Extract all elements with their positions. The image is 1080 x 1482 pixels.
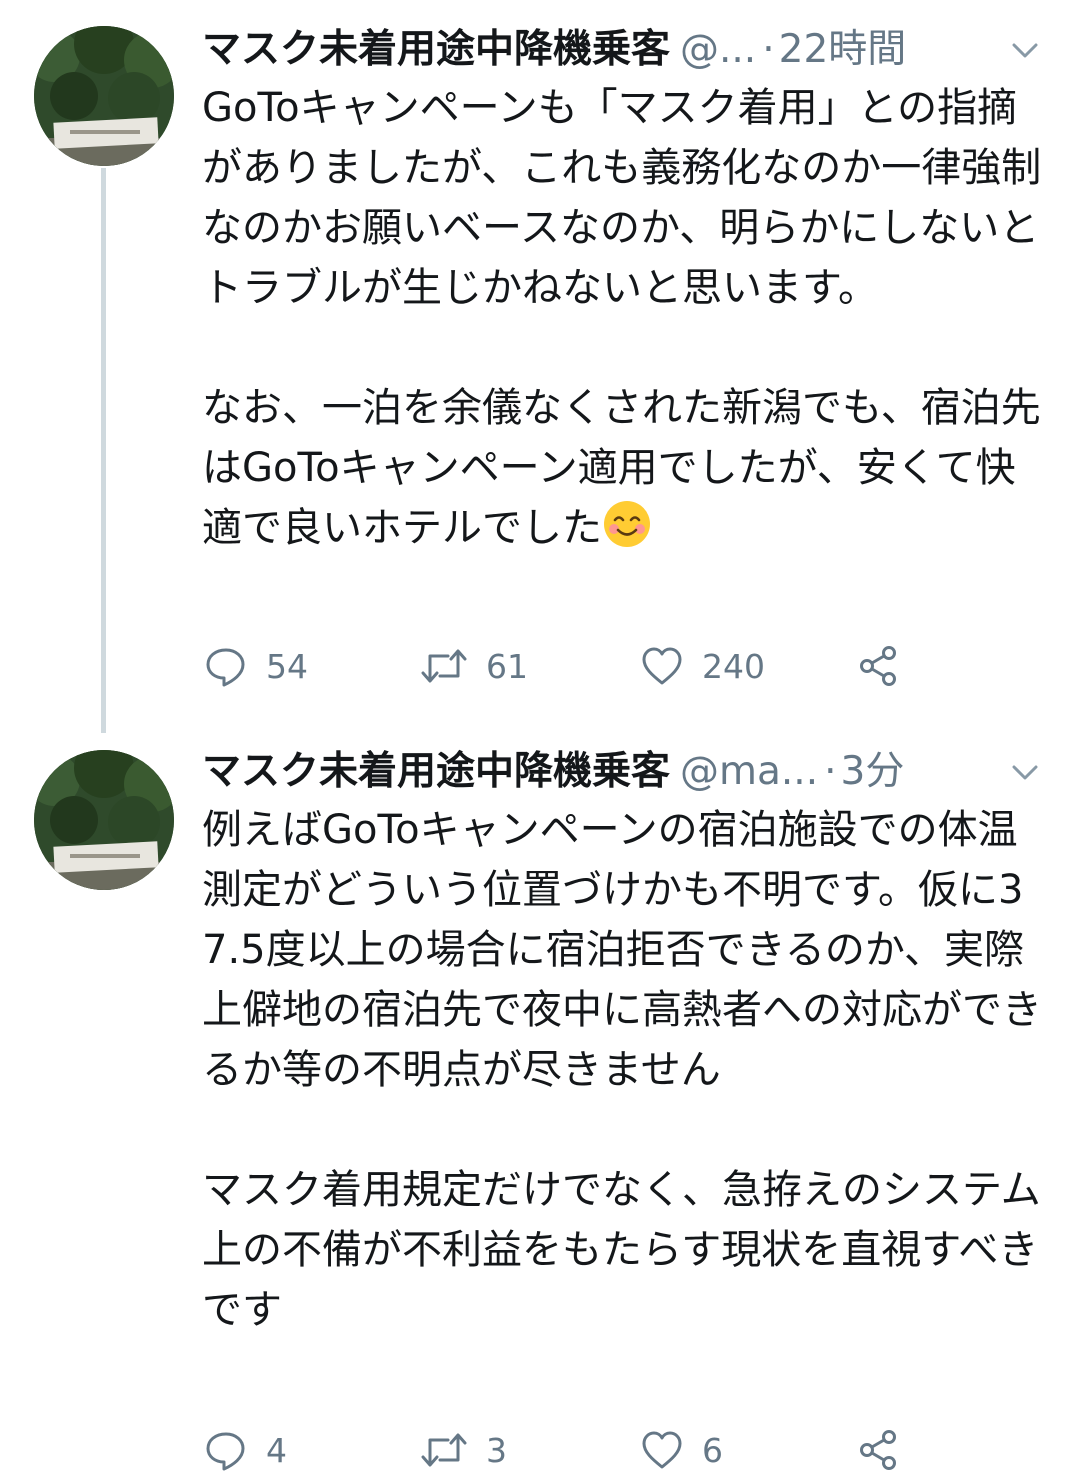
reply-button[interactable]: 54 [204, 636, 308, 696]
avatar[interactable] [34, 750, 174, 890]
share-button[interactable] [856, 1420, 900, 1480]
display-name[interactable]: マスク未着用途中降機乗客 [202, 27, 670, 72]
timestamp[interactable]: 22時間 [779, 27, 907, 72]
retweet-icon [421, 1433, 467, 1467]
like-button[interactable]: 240 [640, 636, 765, 696]
retweet-count: 3 [486, 1430, 507, 1470]
separator-dot: · [824, 749, 837, 794]
retweet-button[interactable]: 3 [420, 1420, 507, 1480]
separator-dot: · [762, 27, 775, 72]
tweet-text-content: GoToキャンペーンも「マスク着用」との指摘がありましたが、これも義務化なのか一… [202, 85, 1042, 551]
share-icon [860, 646, 896, 686]
reply-button[interactable]: 4 [204, 1420, 287, 1480]
reply-icon [206, 1432, 245, 1471]
tweet-header: マスク未着用途中降機乗客 @... · 22時間 [202, 20, 1052, 80]
smiling-face-emoji [604, 501, 650, 547]
timestamp[interactable]: 3分 [841, 749, 905, 794]
share-button[interactable] [856, 636, 900, 696]
reply-count: 4 [266, 1430, 287, 1470]
tweet[interactable]: マスク未着用途中降機乗客 @... · 22時間 GoToキャンペーンも「マスク着用」… [0, 0, 1080, 720]
tweet-text-content: 例えばGoToキャンペーンの宿泊施設での体温測定がどういう位置づけかも不明です。… [202, 807, 1042, 1333]
retweet-count: 61 [486, 646, 528, 686]
like-count: 6 [702, 1430, 723, 1470]
user-handle[interactable]: @... [680, 27, 756, 72]
retweet-button[interactable]: 61 [420, 636, 528, 696]
like-count: 240 [702, 646, 765, 686]
tweet[interactable]: マスク未着用途中降機乗客 @ma... · 3分 例えばGoToキャンペーンの宿泊施設… [0, 720, 1080, 1482]
avatar[interactable] [34, 26, 174, 166]
tweet-actions: 54 61 240 [202, 636, 922, 696]
tweet-header: マスク未着用途中降機乗客 @ma... · 3分 [202, 742, 1052, 802]
like-icon [642, 647, 682, 685]
reply-icon [206, 648, 245, 687]
chevron-down-icon[interactable] [1008, 34, 1042, 68]
display-name[interactable]: マスク未着用途中降機乗客 [202, 749, 670, 794]
tweet-text: GoToキャンペーンも「マスク着用」との指摘がありましたが、これも義務化なのか一… [202, 78, 1052, 558]
reply-count: 54 [266, 646, 308, 686]
share-icon [860, 1430, 896, 1470]
tweet-text: 例えばGoToキャンペーンの宿泊施設での体温測定がどういう位置づけかも不明です。… [202, 800, 1052, 1340]
retweet-icon [421, 649, 467, 683]
chevron-down-icon[interactable] [1008, 756, 1042, 790]
tweet-actions: 4 3 6 [202, 1420, 922, 1480]
like-button[interactable]: 6 [640, 1420, 723, 1480]
like-icon [642, 1431, 682, 1469]
user-handle[interactable]: @ma... [680, 749, 818, 794]
